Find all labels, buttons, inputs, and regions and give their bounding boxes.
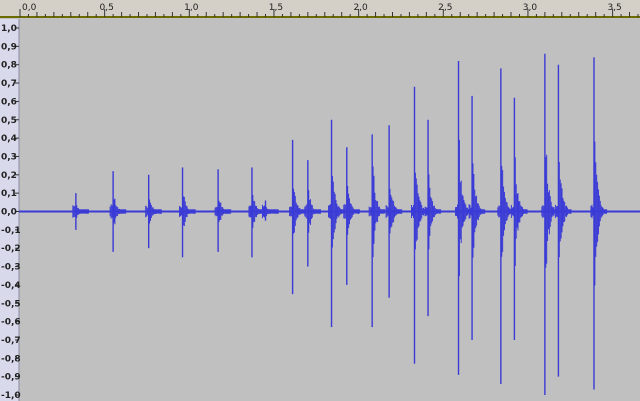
scale-label: -1,0 bbox=[1, 391, 21, 401]
scale-label: 0,4 bbox=[1, 134, 17, 144]
scale-label: -0,7 bbox=[1, 336, 21, 346]
ruler-label: 3,0 bbox=[523, 3, 538, 13]
scale-label: -0,4 bbox=[1, 281, 21, 291]
audio-track-view[interactable]: 0,0 0,5 1,0 1,5 2,0 2,5 3,0 3,5 1,0 0,9 0,8 0,7 0,6… bbox=[0, 0, 640, 401]
ruler-label: 0,0 bbox=[22, 3, 37, 13]
ruler-label: 1,5 bbox=[269, 3, 283, 13]
scale-label: 0,2 bbox=[1, 171, 17, 181]
track-background bbox=[0, 0, 640, 401]
ruler-label: 1,0 bbox=[184, 3, 199, 13]
ruler-label: 0,5 bbox=[99, 3, 113, 13]
scale-label: -0,9 bbox=[1, 373, 21, 383]
scale-label: -0,1 bbox=[1, 226, 21, 236]
scale-label: 0,7 bbox=[1, 79, 17, 89]
scale-label: -0,8 bbox=[1, 354, 21, 364]
ruler-label: 3,5 bbox=[607, 3, 621, 13]
scale-label: -0,6 bbox=[1, 318, 21, 328]
scale-label: 0,1 bbox=[1, 189, 17, 199]
scale-label: 0,9 bbox=[1, 42, 17, 52]
amplitude-scale: 1,0 0,9 0,8 0,7 0,6 0,5 0,4 0,3 0,2 0,1 0,0 -0,1 -0,… bbox=[0, 19, 21, 401]
scale-label: 0,6 bbox=[1, 97, 17, 107]
time-ruler[interactable]: 0,0 0,5 1,0 1,5 2,0 2,5 3,0 3,5 bbox=[0, 0, 640, 18]
scale-label: 0,3 bbox=[1, 152, 17, 162]
scale-label: -0,2 bbox=[1, 244, 21, 254]
scale-label: 0,0 bbox=[1, 208, 17, 218]
scale-label: 0,5 bbox=[1, 116, 17, 126]
scale-label: 0,8 bbox=[1, 61, 17, 71]
ruler-label: 2,5 bbox=[438, 3, 452, 13]
scale-label: -0,3 bbox=[1, 263, 21, 273]
scale-label: -0,5 bbox=[1, 299, 21, 309]
scale-label: 1,0 bbox=[1, 24, 17, 34]
ruler-label: 2,0 bbox=[353, 3, 368, 13]
